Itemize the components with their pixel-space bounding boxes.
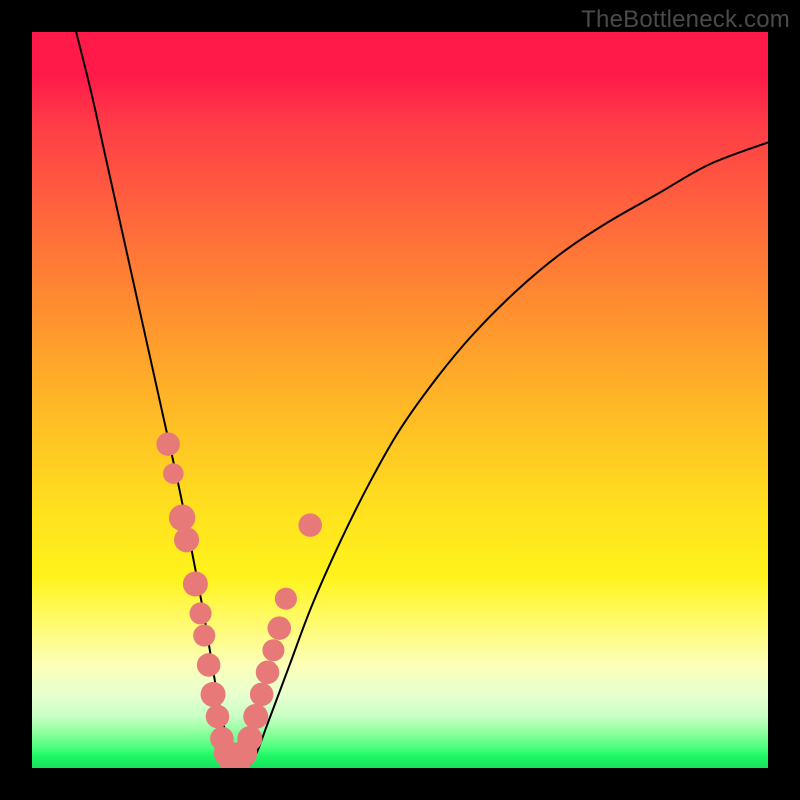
curve-marker <box>197 653 221 677</box>
curve-marker <box>169 505 196 532</box>
curve-markers <box>156 432 322 768</box>
curve-marker <box>206 705 230 729</box>
curve-marker <box>183 571 208 596</box>
curve-marker <box>156 432 180 456</box>
curve-marker <box>193 624 215 646</box>
curve-marker <box>237 726 262 751</box>
curve-marker <box>256 661 280 685</box>
chart-frame: TheBottleneck.com <box>0 0 800 800</box>
curve-marker <box>174 527 199 552</box>
curve-marker <box>262 639 284 661</box>
curve-marker <box>201 682 226 707</box>
curve-marker <box>243 704 268 729</box>
plot-area <box>32 32 768 768</box>
curve-marker <box>268 616 292 640</box>
watermark-text: TheBottleneck.com <box>581 6 790 34</box>
curve-layer <box>32 32 768 768</box>
curve-marker <box>163 463 184 484</box>
curve-marker <box>298 513 322 537</box>
curve-marker <box>250 683 274 707</box>
curve-marker <box>190 602 212 624</box>
curve-marker <box>275 588 297 610</box>
bottleneck-curve <box>76 32 768 768</box>
